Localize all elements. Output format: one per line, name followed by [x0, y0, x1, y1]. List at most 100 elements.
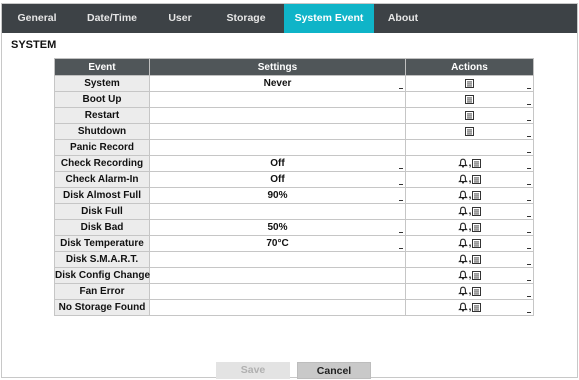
bell-icon[interactable] [457, 222, 468, 232]
note-icon[interactable] [472, 174, 482, 184]
separator: , [468, 302, 472, 313]
actions-cell[interactable]: , [405, 203, 534, 220]
dropdown-corner-indicator [527, 200, 531, 201]
event-name-cell: Disk Temperature [54, 235, 150, 252]
actions-cell[interactable]: , [405, 299, 534, 316]
actions-cell[interactable]: , [405, 219, 534, 236]
tab-user[interactable]: User [152, 4, 208, 33]
bell-icon[interactable] [457, 270, 468, 280]
separator: , [468, 206, 472, 217]
table-row: Disk Full, [54, 203, 534, 220]
table-row: Fan Error, [54, 283, 534, 300]
note-icon[interactable] [472, 286, 482, 296]
settings-cell[interactable]: 90% [149, 187, 406, 204]
settings-cell [149, 283, 406, 300]
bell-icon[interactable] [457, 158, 468, 168]
table-row: Boot Up [54, 91, 534, 108]
tab-general[interactable]: General [2, 4, 72, 33]
tab-date-time[interactable]: Date/Time [72, 4, 152, 33]
note-icon[interactable] [472, 302, 482, 312]
actions-cell[interactable]: , [405, 283, 534, 300]
table-row: Panic Record [54, 139, 534, 156]
settings-cell[interactable]: Off [149, 155, 406, 172]
dropdown-corner-indicator [527, 296, 531, 297]
settings-cell[interactable]: 70°C [149, 235, 406, 252]
table-row: Restart [54, 107, 534, 124]
settings-value: 50% [267, 222, 288, 233]
event-name-cell: Disk Full [54, 203, 150, 220]
event-name-cell: Check Recording [54, 155, 150, 172]
dropdown-corner-indicator [527, 136, 531, 137]
actions-cell[interactable] [405, 123, 534, 140]
section-title: SYSTEM [11, 39, 57, 51]
actions-cell[interactable]: , [405, 187, 534, 204]
bell-icon[interactable] [457, 206, 468, 216]
event-table: Event Settings Actions System Never Boot U… [54, 58, 534, 316]
settings-value: 90% [267, 190, 288, 201]
tab-system-event[interactable]: System Event [284, 4, 374, 33]
note-icon[interactable] [465, 94, 474, 104]
separator: , [468, 190, 472, 201]
note-icon[interactable] [472, 270, 482, 280]
tab-about[interactable]: About [374, 4, 432, 33]
event-name-cell: Disk Config Change [54, 267, 150, 284]
actions-cell[interactable]: , [405, 251, 534, 268]
table-row: Disk S.M.A.R.T., [54, 251, 534, 268]
note-icon[interactable] [465, 110, 474, 120]
bell-icon[interactable] [457, 254, 468, 264]
bell-icon[interactable] [457, 238, 468, 248]
dropdown-corner-indicator [399, 232, 403, 233]
event-name-cell: Disk S.M.A.R.T. [54, 251, 150, 268]
actions-cell[interactable]: , [405, 155, 534, 172]
note-icon[interactable] [472, 158, 482, 168]
dropdown-corner-indicator [399, 184, 403, 185]
bell-icon[interactable] [457, 190, 468, 200]
note-icon[interactable] [472, 206, 482, 216]
column-header-event: Event [54, 58, 150, 76]
settings-cell [149, 123, 406, 140]
settings-cell [149, 299, 406, 316]
tab-storage[interactable]: Storage [208, 4, 284, 33]
actions-cell[interactable]: , [405, 171, 534, 188]
settings-cell[interactable]: Never [149, 75, 406, 92]
table-row: Check Alarm-In Off, [54, 171, 534, 188]
dropdown-corner-indicator [527, 88, 531, 89]
bell-icon[interactable] [457, 286, 468, 296]
save-button[interactable]: Save [216, 362, 290, 379]
event-name-cell: Shutdown [54, 123, 150, 140]
actions-cell[interactable] [405, 139, 534, 156]
event-name-cell: Check Alarm-In [54, 171, 150, 188]
separator: , [468, 174, 472, 185]
settings-value: Off [270, 158, 285, 169]
settings-cell [149, 203, 406, 220]
note-icon[interactable] [472, 238, 482, 248]
bell-icon[interactable] [457, 302, 468, 312]
table-row: No Storage Found, [54, 299, 534, 316]
note-icon[interactable] [465, 78, 474, 88]
settings-cell[interactable]: Off [149, 171, 406, 188]
column-header-settings: Settings [149, 58, 406, 76]
cancel-button[interactable]: Cancel [297, 362, 371, 379]
actions-cell[interactable] [405, 75, 534, 92]
settings-cell [149, 139, 406, 156]
actions-cell[interactable]: , [405, 235, 534, 252]
note-icon[interactable] [472, 190, 482, 200]
actions-cell[interactable] [405, 107, 534, 124]
note-icon[interactable] [465, 126, 474, 136]
actions-cell[interactable]: , [405, 267, 534, 284]
actions-cell[interactable] [405, 91, 534, 108]
separator: , [468, 254, 472, 265]
bell-icon[interactable] [457, 174, 468, 184]
settings-value: Never [263, 78, 292, 89]
column-header-actions: Actions [405, 58, 534, 76]
settings-cell [149, 251, 406, 268]
settings-cell[interactable]: 50% [149, 219, 406, 236]
event-name-cell: Boot Up [54, 91, 150, 108]
dropdown-corner-indicator [527, 120, 531, 121]
settings-cell [149, 267, 406, 284]
note-icon[interactable] [472, 222, 482, 232]
dropdown-corner-indicator [399, 200, 403, 201]
note-icon[interactable] [472, 254, 482, 264]
table-row: Shutdown [54, 123, 534, 140]
dropdown-corner-indicator [399, 248, 403, 249]
